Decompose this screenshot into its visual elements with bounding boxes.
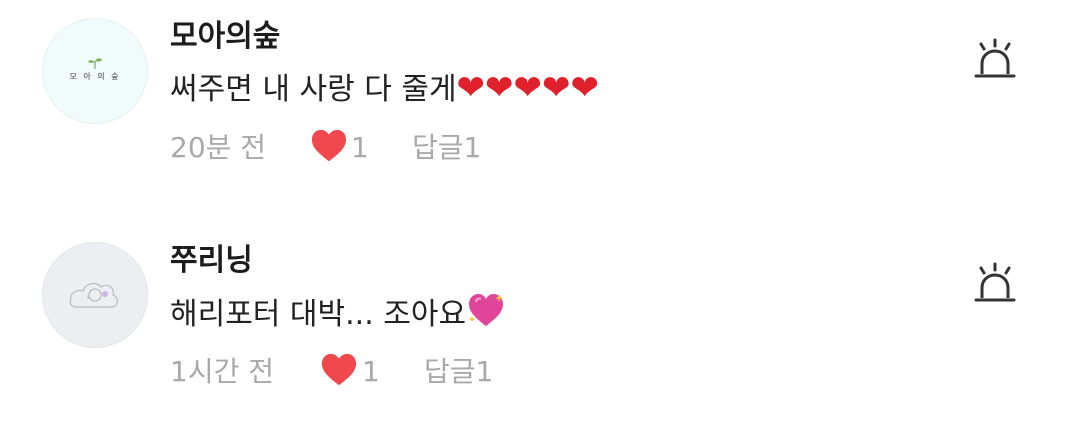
heart-icon[interactable] <box>320 352 358 388</box>
reply-button[interactable]: 답글1 <box>412 128 481 168</box>
like-count: 1 <box>362 355 380 388</box>
comment-meta: 20분 전 1 답글1 <box>170 128 570 168</box>
sparkling-heart-icon <box>469 294 504 326</box>
sketch-drawing-icon <box>69 282 119 308</box>
comment-item <box>0 224 1080 424</box>
like-count: 1 <box>351 131 369 164</box>
reply-button[interactable]: 답글1 <box>424 352 493 392</box>
username[interactable]: 쭈리닝 <box>170 241 253 281</box>
comment-text: 해리포터 대박... 조아요 <box>170 292 506 335</box>
timestamp: 20분 전 <box>170 131 267 164</box>
comment-item: 모 아 의 숲 모아의숲 써주면 내 사랑 다 줄게❤❤❤❤❤ 20분 전 1 … <box>0 0 1080 200</box>
comment-text-content: 해리포터 대박... 조아요 <box>170 297 467 332</box>
reply-count: 1 <box>463 131 482 164</box>
heart-emojis: ❤❤❤❤❤ <box>456 68 599 108</box>
reply-label: 답글 <box>412 131 464 164</box>
username[interactable]: 모아의숲 <box>170 17 280 57</box>
sparkling-heart-emoji <box>466 292 506 328</box>
avatar[interactable]: 모 아 의 숲 <box>42 18 148 124</box>
siren-icon[interactable] <box>972 262 1018 308</box>
reply-label: 답글 <box>424 355 476 388</box>
avatar-logo-text: 모 아 의 숲 <box>69 72 121 81</box>
timestamp: 1시간 전 <box>170 355 274 388</box>
avatar[interactable] <box>42 242 148 348</box>
comment-meta: 1시간 전 1 답글1 <box>170 352 570 392</box>
reply-count: 1 <box>475 355 494 388</box>
heart-icon[interactable] <box>310 128 348 164</box>
comment-text: 써주면 내 사랑 다 줄게❤❤❤❤❤ <box>170 68 599 110</box>
siren-icon[interactable] <box>972 38 1018 84</box>
comment-text-content: 써주면 내 사랑 다 줄게 <box>170 72 457 107</box>
